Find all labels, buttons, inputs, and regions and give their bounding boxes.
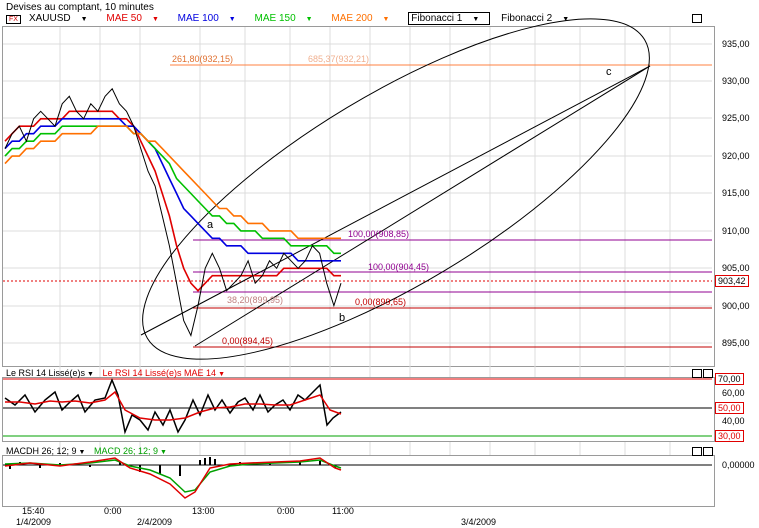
time-label: 0:00 <box>104 506 122 516</box>
time-label: 0:00 <box>277 506 295 516</box>
time-label: 15:40 <box>22 506 45 516</box>
macd-chart-svg <box>3 457 712 499</box>
time-label: 13:00 <box>192 506 215 516</box>
macd-tick: 0,00000 <box>722 460 755 470</box>
date-label: 1/4/2009 <box>16 517 52 527</box>
date-label: 3/4/2009 <box>461 517 497 527</box>
date-label: 2/4/2009 <box>137 517 173 527</box>
time-label: 11:00 <box>332 506 354 516</box>
